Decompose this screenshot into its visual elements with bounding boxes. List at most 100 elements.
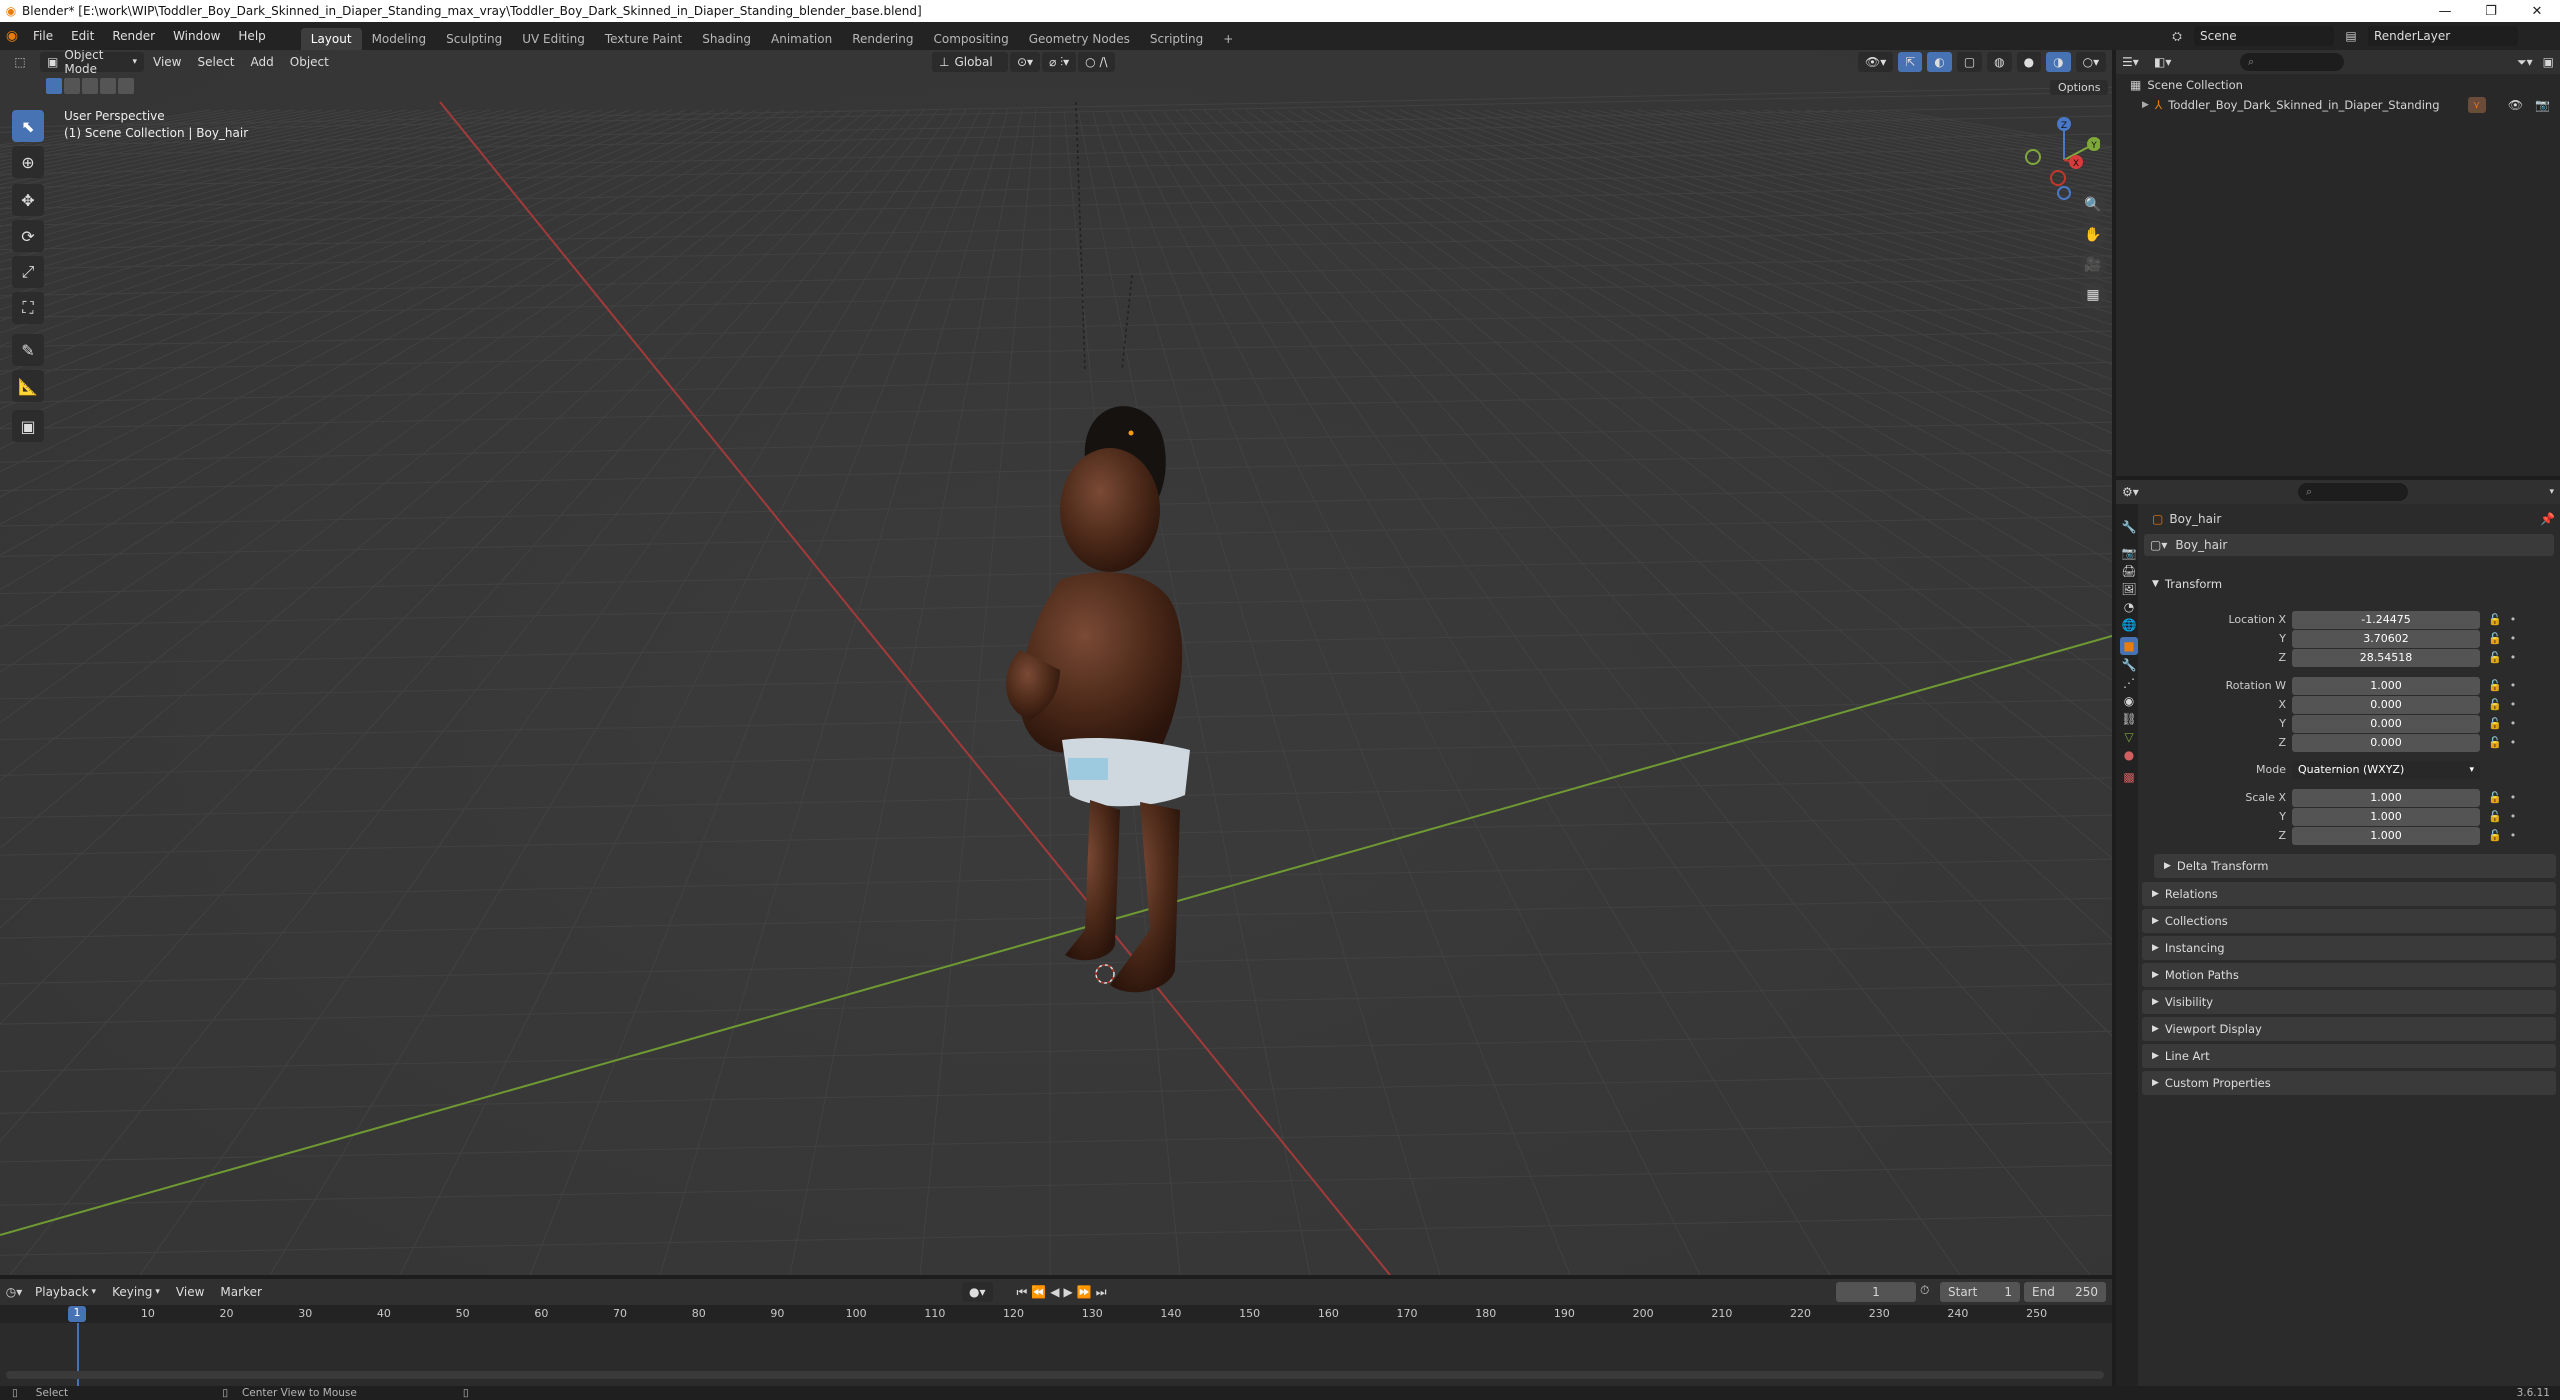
keyframe-dot-icon[interactable]: • (2510, 810, 2517, 823)
keyframe-dot-icon[interactable]: • (2510, 829, 2517, 842)
shading-material-button[interactable]: ◑ (2046, 52, 2071, 72)
tab-texture-paint[interactable]: Texture Paint (595, 28, 692, 50)
menu-add[interactable]: Add (244, 52, 281, 72)
keyframe-dot-icon[interactable]: • (2510, 679, 2517, 692)
tab-layout[interactable]: Layout (300, 28, 362, 50)
start-frame-field[interactable]: Start 1 (1940, 1282, 2020, 1302)
outliner-editor-type-icon[interactable]: ☰▾ (2122, 55, 2142, 69)
scene-icon[interactable]: ⛭ (2166, 29, 2188, 44)
select-extend-icon[interactable] (64, 78, 80, 94)
shading-rendered-button[interactable]: ○▾ (2075, 52, 2107, 72)
filter-icon[interactable]: ⏷▾ (2517, 55, 2533, 70)
pan-hand-icon[interactable]: ✋ (2080, 222, 2106, 248)
line-art-panel[interactable]: ▶ Line Art (2142, 1044, 2556, 1068)
transform-tool[interactable]: ⛶ (12, 292, 44, 324)
outliner-search-input[interactable]: ⌕ (2240, 53, 2344, 71)
shading-wireframe-button[interactable]: ◍ (1987, 52, 2012, 72)
render-camera-icon[interactable]: 📷 (2535, 98, 2550, 112)
navigation-gizmo[interactable]: Z Y X (2010, 110, 2100, 200)
tab-scripting[interactable]: Scripting (1140, 28, 1213, 50)
keyframe-dot-icon[interactable]: • (2510, 613, 2517, 626)
select-invert-icon[interactable] (100, 78, 116, 94)
scale-y-field[interactable]: 1.000 (2292, 807, 2480, 826)
scale-tool[interactable]: ⤢ (12, 256, 44, 288)
cursor-tool[interactable]: ⊕ (12, 146, 44, 178)
delta-transform-subpanel[interactable]: ▶ Delta Transform (2154, 854, 2556, 878)
scene-tab-icon[interactable]: ◔ (2120, 598, 2138, 616)
instancing-panel[interactable]: ▶ Instancing (2142, 936, 2556, 960)
menu-help[interactable]: Help (229, 22, 274, 50)
scale-x-field[interactable]: 1.000 (2292, 788, 2480, 807)
timeline-scrollbar[interactable] (6, 1371, 2104, 1379)
3d-viewport[interactable]: ⬚ ▣ Object Mode ▾ View Select Add Object… (0, 50, 2112, 1275)
world-tab-icon[interactable]: 🌐 (2120, 616, 2138, 634)
annotate-tool[interactable]: ✎ (12, 334, 44, 366)
rotate-tool[interactable]: ⟳ (12, 220, 44, 252)
tab-uv-editing[interactable]: UV Editing (512, 28, 595, 50)
play-reverse-icon[interactable]: ◀ (1050, 1285, 1059, 1299)
pin-icon[interactable]: 📌 (2540, 512, 2555, 526)
tab-sculpting[interactable]: Sculpting (436, 28, 512, 50)
output-tab-icon[interactable]: 🖨 (2120, 562, 2138, 580)
lock-icon[interactable]: 🔓 (2488, 651, 2502, 664)
jump-end-icon[interactable]: ⏭ (1096, 1285, 1107, 1300)
properties-search-input[interactable]: ⌕ (2298, 483, 2408, 501)
rotation-mode-dropdown[interactable]: Quaternion (WXYZ) ▾ (2292, 760, 2480, 779)
pivot-point-button[interactable]: ⊙▾ (1010, 52, 1041, 72)
minimize-button[interactable]: — (2422, 0, 2468, 22)
outliner-row-object[interactable]: ▶ ⅄ Toddler_Boy_Dark_Skinned_in_Diaper_S… (2116, 95, 2560, 115)
lock-icon[interactable]: 🔓 (2488, 791, 2502, 804)
auto-keying-button[interactable]: ●▾ (962, 1282, 993, 1302)
keyframe-dot-icon[interactable]: • (2510, 791, 2517, 804)
timeline-ruler[interactable]: 1 10 20 30 40 50 60 70 80 90 100 110 120 130 140 150 16… (0, 1305, 2112, 1323)
move-tool[interactable]: ✥ (12, 184, 44, 216)
options-dropdown[interactable]: Options (2050, 80, 2109, 95)
keyframe-dot-icon[interactable]: • (2510, 736, 2517, 749)
timeline-editor-type-icon[interactable]: ◷▾ (0, 1285, 28, 1299)
menu-edit[interactable]: Edit (62, 22, 103, 50)
render-tab-icon[interactable]: 📷 (2120, 544, 2138, 562)
texture-tab-icon[interactable]: ▩ (2120, 768, 2138, 786)
tab-shading[interactable]: Shading (692, 28, 761, 50)
particles-tab-icon[interactable]: ⋰ (2120, 674, 2138, 692)
current-frame-field[interactable]: 1 (1836, 1282, 1916, 1302)
tool-tab-icon[interactable]: 🔧 (2120, 518, 2138, 536)
modifiers-tab-icon[interactable]: 🔧 (2120, 656, 2138, 674)
keyframe-dot-icon[interactable]: • (2510, 632, 2517, 645)
keyframe-dot-icon[interactable]: • (2510, 717, 2517, 730)
visibility-panel[interactable]: ▶ Visibility (2142, 990, 2556, 1014)
data-tab-icon[interactable]: ▽ (2120, 728, 2138, 746)
view-layer-tab-icon[interactable]: 🖼 (2120, 580, 2138, 598)
gizmo-toggle-button[interactable]: ⇱ (1898, 52, 1923, 72)
rotation-x-field[interactable]: 0.000 (2292, 695, 2480, 714)
lock-icon[interactable]: 🔓 (2488, 698, 2502, 711)
lock-icon[interactable]: 🔓 (2488, 829, 2502, 842)
collections-panel[interactable]: ▶ Collections (2142, 909, 2556, 933)
relations-panel[interactable]: ▶ Relations (2142, 882, 2556, 906)
lock-icon[interactable]: 🔓 (2488, 717, 2502, 730)
visibility-eye-icon[interactable]: 👁 (2508, 98, 2523, 112)
outliner-row-scene-collection[interactable]: ▦ Scene Collection (2130, 78, 2243, 92)
select-new-icon[interactable] (46, 78, 62, 94)
viewport-display-panel[interactable]: ▶ Viewport Display (2142, 1017, 2556, 1041)
menu-playback[interactable]: Playback ▾ (28, 1282, 103, 1302)
lock-icon[interactable]: 🔓 (2488, 613, 2502, 626)
location-y-field[interactable]: 3.70602 (2292, 629, 2480, 648)
play-icon[interactable]: ▶ (1064, 1285, 1073, 1299)
jump-start-icon[interactable]: ⏮ (1017, 1285, 1028, 1300)
blender-menu-icon[interactable]: ◉ (0, 28, 24, 44)
object-mode-dropdown[interactable]: ▣ Object Mode ▾ (40, 50, 144, 76)
rotation-w-field[interactable]: 1.000 (2292, 676, 2480, 695)
close-button[interactable]: ✕ (2514, 0, 2560, 22)
jump-keyframe-forward-icon[interactable]: ⏩ (1077, 1285, 1092, 1299)
tab-geometry-nodes[interactable]: Geometry Nodes (1019, 28, 1140, 50)
location-x-field[interactable]: -1.24475 (2292, 610, 2480, 629)
menu-marker[interactable]: Marker (213, 1282, 268, 1302)
menu-file[interactable]: File (24, 22, 62, 50)
proportional-edit-button[interactable]: ○ ∕\ (1078, 52, 1115, 72)
end-frame-field[interactable]: End 250 (2024, 1282, 2106, 1302)
motion-paths-panel[interactable]: ▶ Motion Paths (2142, 963, 2556, 987)
visibility-button[interactable]: 👁▾ (1858, 52, 1894, 72)
menu-render[interactable]: Render (103, 22, 164, 50)
object-tab-icon[interactable]: ■ (2120, 637, 2138, 655)
